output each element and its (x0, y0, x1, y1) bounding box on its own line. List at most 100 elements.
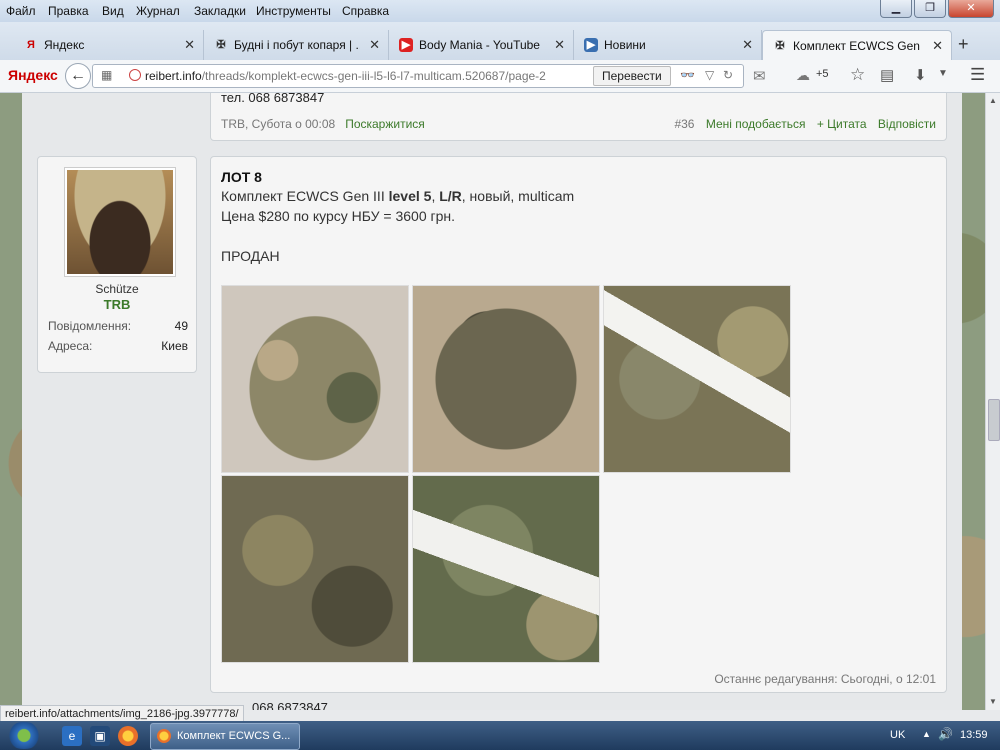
text-bold-size: L/R (439, 188, 462, 204)
url-path: /threads/komplekt-ecwcs-gen-iii-l5-l6-l7… (201, 69, 546, 83)
user-stat-posts: Повідомлення: 49 (48, 319, 188, 333)
attachment-thumbnail[interactable] (221, 285, 409, 473)
youtube-favicon-icon: ▶ (399, 38, 413, 52)
translate-button[interactable]: Перевести (593, 66, 671, 86)
previous-post: тел. 068 6873847 TRB, Субота о 00:08 Пос… (210, 93, 947, 141)
prev-post-time[interactable]: Субота о 00:08 (252, 117, 336, 131)
reload-icon[interactable]: ↻ (723, 68, 733, 82)
prev-post-actions: #36 Мені подобається + Цитата Відповісти (674, 117, 936, 131)
like-link[interactable]: Мені подобається (706, 117, 806, 131)
minimize-button[interactable]: ▁ (880, 0, 912, 18)
download-arrow-icon[interactable]: ⬇ (914, 66, 927, 84)
tab-label: Body Mania - YouTube (419, 38, 540, 52)
volume-icon[interactable]: 🔊 (938, 727, 953, 741)
prev-post-author[interactable]: TRB (221, 117, 245, 131)
scrollbar-thumb[interactable] (988, 399, 1000, 441)
vertical-scrollbar[interactable]: ▲ ▼ (985, 93, 1000, 710)
yandex-logo[interactable]: Яндекс (8, 67, 58, 83)
mail-icon[interactable]: ✉ (753, 67, 766, 85)
play-favicon-icon: ▶ (584, 38, 598, 52)
tab-label: Новини (604, 38, 646, 52)
navigation-bar: Яндекс ← ▦ reibert.info/threads/komplekt… (0, 60, 1000, 93)
url-text[interactable]: reibert.info/threads/komplekt-ecwcs-gen-… (145, 69, 546, 83)
windows-taskbar: e ▣ Комплект ECWCS G... UK ▲ 🔊 13:59 (0, 721, 1000, 750)
post-line-kit: Комплект ECWCS Gen III level 5, L/R, нов… (221, 188, 574, 204)
tab-close-icon[interactable]: ✕ (554, 37, 565, 53)
tray-expand-icon[interactable]: ▲ (922, 729, 931, 739)
avatar[interactable] (64, 167, 176, 277)
avatar-image (67, 170, 173, 274)
quote-link[interactable]: + Цитата (817, 117, 867, 131)
text-bold-level: level 5 (388, 188, 432, 204)
close-window-button[interactable]: ✕ (948, 0, 994, 18)
back-button[interactable]: ← (65, 63, 91, 89)
post-number[interactable]: #36 (674, 117, 694, 131)
ie-icon[interactable]: e (62, 726, 82, 746)
menu-file[interactable]: Файл (6, 4, 36, 18)
tab-label: Комплект ECWCS Gen II... (793, 39, 923, 53)
attachment-thumbnail[interactable] (412, 285, 600, 473)
menu-view[interactable]: Вид (102, 4, 124, 18)
clock[interactable]: 13:59 (960, 729, 988, 741)
new-tab-plus-icon[interactable]: + (958, 34, 969, 55)
tab-ecwcs-active[interactable]: ✠ Комплект ECWCS Gen II... ✕ (762, 30, 952, 60)
download-dropdown-icon[interactable]: ▼ (938, 68, 948, 79)
post-line-sold: ПРОДАН (221, 248, 280, 264)
language-indicator[interactable]: UK (890, 729, 905, 741)
reply-link[interactable]: Відповісти (878, 117, 936, 131)
tab-yandex[interactable]: Я Яндекс ✕ (14, 30, 204, 60)
stat-value: Киев (161, 339, 188, 353)
tab-budni[interactable]: ✠ Будні і побут копаря | ... ✕ (204, 30, 389, 60)
forum-content: тел. 068 6873847 TRB, Субота о 00:08 Пос… (22, 93, 962, 710)
attachment-thumbnail[interactable] (221, 475, 409, 663)
menu-tools[interactable]: Инструменты (256, 4, 331, 18)
menu-help[interactable]: Справка (342, 4, 389, 18)
tab-label: Будні і побут копаря | ... (234, 38, 360, 52)
tab-close-icon[interactable]: ✕ (369, 37, 380, 53)
username[interactable]: Schütze (38, 282, 196, 296)
report-link[interactable]: Поскаржитися (345, 117, 425, 131)
tab-youtube[interactable]: ▶ Body Mania - YouTube ✕ (389, 30, 574, 60)
user-info-box: Schütze TRB Повідомлення: 49 Адреса: Кие… (37, 156, 197, 373)
cloud-icon[interactable]: ☁ (796, 67, 810, 84)
pages-icon[interactable]: ▦ (101, 68, 112, 82)
back-arrow-icon: ← (70, 67, 86, 84)
address-bar[interactable]: ▦ reibert.info/threads/komplekt-ecwcs-ge… (92, 64, 744, 88)
dropdown-triangle-icon[interactable]: ▽ (705, 68, 714, 82)
user-stat-location: Адреса: Киев (48, 339, 188, 353)
scroll-down-icon[interactable]: ▼ (989, 697, 997, 706)
start-button-icon[interactable] (4, 722, 44, 749)
tab-close-icon[interactable]: ✕ (184, 37, 195, 53)
remote-desktop-icon[interactable]: ▣ (90, 726, 110, 746)
maximize-button[interactable]: ❐ (914, 0, 946, 18)
attachment-thumbnail[interactable] (412, 475, 600, 663)
menu-bar: Файл Правка Вид Журнал Закладки Инструме… (0, 0, 1000, 23)
next-post-phone: 068 6873847 (252, 700, 328, 710)
firefox-icon (157, 729, 171, 743)
firefox-icon[interactable] (118, 726, 138, 746)
last-edited: Останнє редагування: Сьогодні, о 12:01 (714, 672, 936, 686)
bookmarks-list-icon[interactable]: ▤ (880, 66, 894, 84)
menu-bookmarks[interactable]: Закладки (194, 4, 246, 18)
reader-glasses-icon[interactable]: 👓 (680, 68, 695, 82)
menu-history[interactable]: Журнал (136, 4, 180, 18)
taskbar-item-label: Комплект ECWCS G... (177, 730, 291, 742)
tab-close-icon[interactable]: ✕ (742, 37, 753, 53)
bookmark-star-icon[interactable]: ☆ (850, 65, 865, 85)
tab-label: Яндекс (44, 38, 85, 52)
tab-novyny[interactable]: ▶ Новини ✕ (574, 30, 762, 60)
site-identity-icon[interactable] (129, 69, 141, 81)
cross-favicon-icon: ✠ (775, 40, 785, 52)
stat-value[interactable]: 49 (175, 319, 188, 333)
stat-label: Адреса: (48, 339, 93, 353)
scroll-up-icon[interactable]: ▲ (989, 96, 997, 105)
text-part: , новый, multicam (461, 188, 575, 204)
tab-close-icon[interactable]: ✕ (932, 38, 943, 54)
cloud-count: +5 (816, 68, 829, 80)
url-host: reibert.info (145, 69, 202, 83)
hamburger-menu-icon[interactable]: ☰ (970, 65, 985, 85)
menu-edit[interactable]: Правка (48, 4, 89, 18)
taskbar-firefox-window[interactable]: Комплект ECWCS G... (150, 723, 300, 750)
attachment-thumbnail[interactable] (603, 285, 791, 473)
cross-favicon-icon: ✠ (216, 39, 226, 51)
